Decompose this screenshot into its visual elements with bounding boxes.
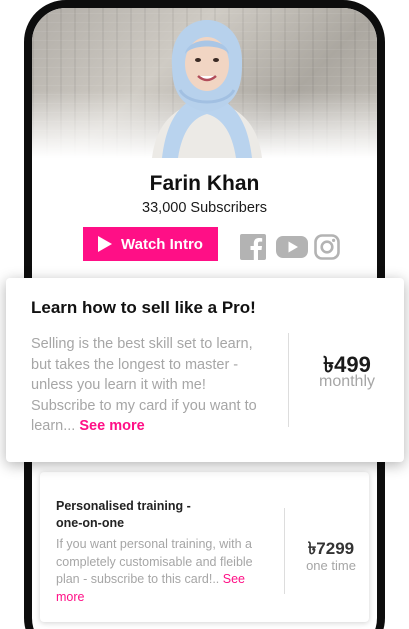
card-divider <box>288 333 289 427</box>
facebook-icon[interactable] <box>240 234 266 260</box>
card-description: Selling is the best skill set to learn, … <box>31 336 257 434</box>
card-title: Learn how to sell like a Pro! <box>31 298 256 317</box>
card-title: Personalised training - one-on-one <box>56 499 191 530</box>
watch-intro-button[interactable]: Watch Intro <box>83 227 218 261</box>
profile-photo <box>152 20 262 158</box>
card-divider <box>284 508 285 594</box>
profile-banner <box>32 8 377 158</box>
watch-intro-label: Watch Intro <box>121 235 203 253</box>
subscription-card-sell-like-pro[interactable]: Learn how to sell like a Pro! Selling is… <box>6 278 404 462</box>
subscription-card-personal-training[interactable]: Personalised training - one-on-one If yo… <box>40 472 369 622</box>
card-description: If you want personal training, with a co… <box>56 537 253 604</box>
profile-name: Farin Khan <box>149 172 260 195</box>
see-more-link[interactable]: See more <box>79 418 144 434</box>
instagram-icon[interactable] <box>314 234 340 260</box>
youtube-icon[interactable] <box>276 234 308 260</box>
card-billing-period: one time <box>306 558 356 573</box>
play-icon <box>98 236 113 252</box>
subscriber-count: 33,000 Subscribers <box>142 200 267 216</box>
card-billing-period: monthly <box>318 373 376 390</box>
